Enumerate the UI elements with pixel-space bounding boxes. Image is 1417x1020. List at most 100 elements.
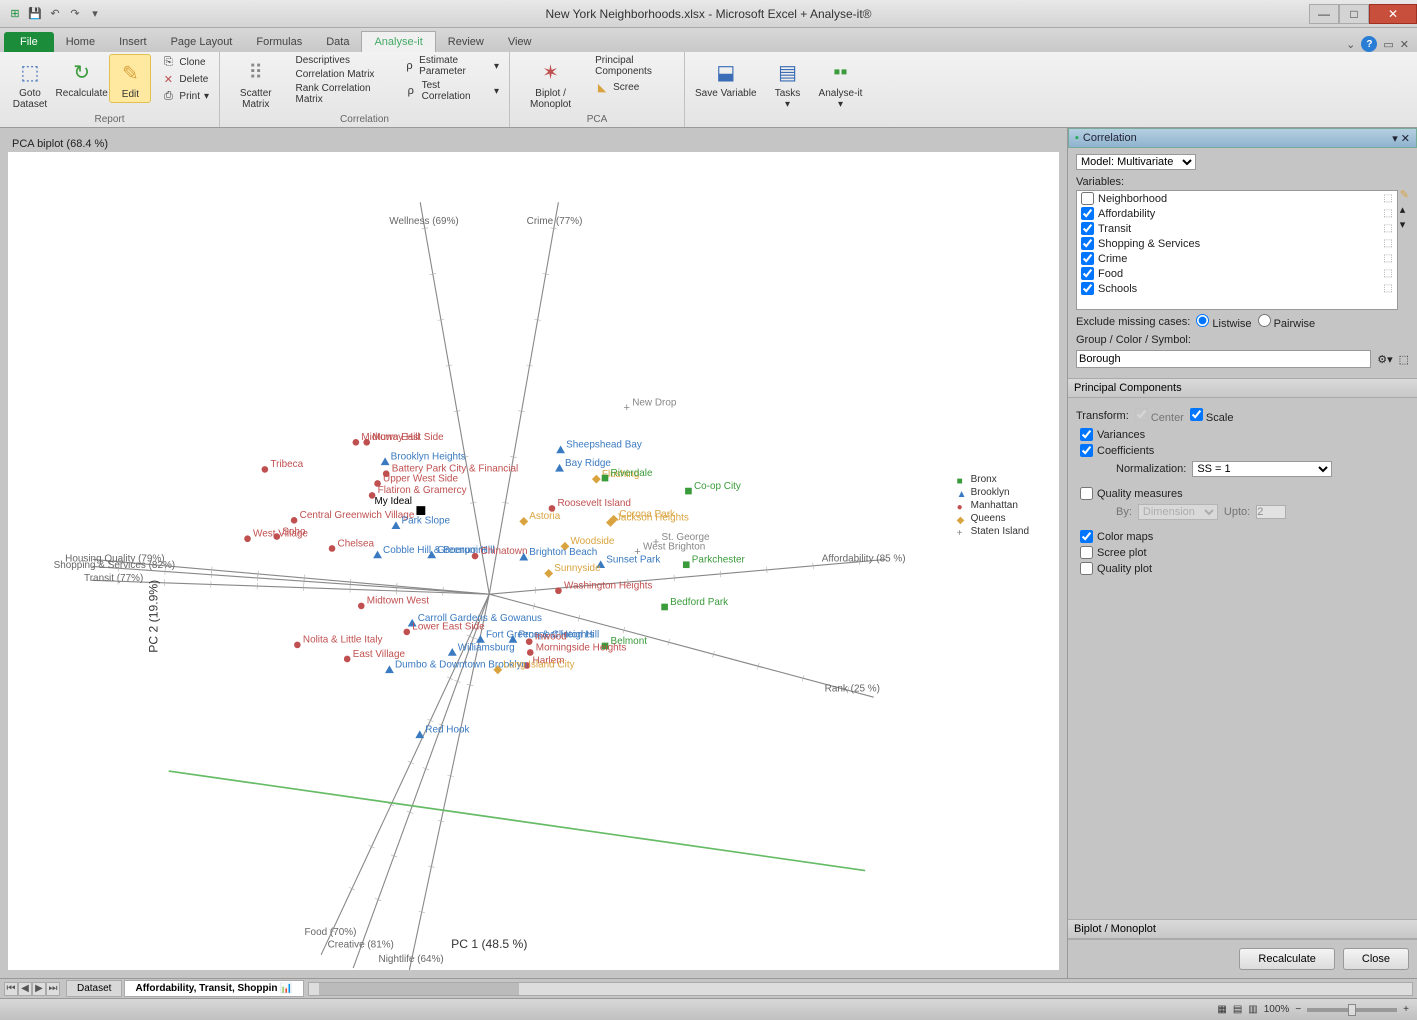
svg-text:Bedford Park: Bedford Park xyxy=(670,597,728,608)
listwise-radio[interactable]: Listwise xyxy=(1196,314,1251,330)
group-label: Group / Color / Symbol: xyxy=(1076,334,1409,346)
tab-home[interactable]: Home xyxy=(54,32,107,52)
variable-row[interactable]: Neighborhood⬚ xyxy=(1077,191,1397,206)
zoom-in-icon[interactable]: + xyxy=(1403,1004,1409,1015)
svg-text:Washington Heights: Washington Heights xyxy=(564,581,653,592)
colormaps-checkbox[interactable] xyxy=(1080,530,1093,543)
analyse-it-button[interactable]: ▪▪Analyse-it▾ xyxy=(815,54,867,112)
sheet-next-icon[interactable]: ▶ xyxy=(32,982,46,996)
tab-page-layout[interactable]: Page Layout xyxy=(159,32,245,52)
norm-select[interactable]: SS = 1 xyxy=(1192,461,1332,477)
sheet-dataset[interactable]: Dataset xyxy=(66,980,122,997)
sheet-first-icon[interactable]: ⏮ xyxy=(4,982,18,996)
zoom-out-icon[interactable]: − xyxy=(1295,1004,1301,1015)
svg-text:My Ideal: My Ideal xyxy=(374,496,412,507)
window-restore-icon[interactable]: ▭ xyxy=(1383,38,1393,51)
exclude-label: Exclude missing cases: xyxy=(1076,316,1190,328)
panel-close-icon[interactable]: ✕ xyxy=(1401,132,1410,145)
svg-text:Morningside Heights: Morningside Heights xyxy=(536,642,627,653)
model-select[interactable]: Model: Multivariate xyxy=(1076,154,1196,170)
screeplot-checkbox[interactable] xyxy=(1080,546,1093,559)
redo-icon[interactable]: ↷ xyxy=(66,5,84,23)
center-checkbox[interactable]: Center xyxy=(1135,408,1184,424)
svg-text:New Drop: New Drop xyxy=(632,397,677,408)
tab-review[interactable]: Review xyxy=(436,32,496,52)
view-break-icon[interactable]: ▥ xyxy=(1248,1004,1257,1015)
variables-list[interactable]: Neighborhood⬚ Affordability⬚ Transit⬚ Sh… xyxy=(1076,190,1398,310)
biplot-section-header[interactable]: Biplot / Monoplot xyxy=(1068,919,1417,939)
zoom-level[interactable]: 100% xyxy=(1264,1004,1290,1015)
undo-icon[interactable]: ↶ xyxy=(46,5,64,23)
print-button[interactable]: ⎙Print ▾ xyxy=(157,88,213,104)
group-picker-icon[interactable]: ⚙▾ xyxy=(1377,353,1392,366)
close-button[interactable]: ✕ xyxy=(1369,4,1417,24)
scatter-matrix-button[interactable]: ⠿Scatter Matrix xyxy=(226,54,286,112)
svg-text:Shopping & Services (82%): Shopping & Services (82%) xyxy=(54,560,176,571)
save-icon[interactable]: 💾 xyxy=(26,5,44,23)
variable-row[interactable]: Shopping & Services⬚ xyxy=(1077,236,1397,251)
clone-button[interactable]: ⎘Clone xyxy=(157,54,213,70)
svg-text:Affordability (85 %): Affordability (85 %) xyxy=(822,553,906,564)
minimize-button[interactable]: — xyxy=(1309,4,1339,24)
view-page-icon[interactable]: ▤ xyxy=(1233,1004,1242,1015)
sheet-last-icon[interactable]: ⏭ xyxy=(46,982,60,996)
panel-dropdown-icon[interactable]: ▾ xyxy=(1392,132,1398,145)
save-variable-button[interactable]: ⬓Save Variable xyxy=(691,54,761,101)
quality-checkbox[interactable] xyxy=(1080,487,1093,500)
move-down-icon[interactable]: ▾ xyxy=(1400,218,1409,231)
zoom-slider[interactable] xyxy=(1307,1008,1397,1012)
svg-text:Central Greenwich Village: Central Greenwich Village xyxy=(300,510,415,521)
qualityplot-checkbox[interactable] xyxy=(1080,562,1093,575)
descriptives-button[interactable]: Descriptives xyxy=(292,54,386,67)
svg-text:Lower East Side: Lower East Side xyxy=(412,622,485,633)
tasks-button[interactable]: ▤Tasks▾ xyxy=(767,54,809,112)
group-input[interactable] xyxy=(1076,350,1371,368)
rank-correlation-matrix-button[interactable]: Rank Correlation Matrix xyxy=(292,82,386,106)
tab-data[interactable]: Data xyxy=(314,32,361,52)
variances-checkbox[interactable] xyxy=(1080,428,1093,441)
variable-row[interactable]: Schools⬚ xyxy=(1077,281,1397,296)
variable-row[interactable]: Affordability⬚ xyxy=(1077,206,1397,221)
window-title: New York Neighborhoods.xlsx - Microsoft … xyxy=(546,7,872,21)
variable-row[interactable]: Transit⬚ xyxy=(1077,221,1397,236)
tab-file[interactable]: File xyxy=(4,32,54,52)
plot-canvas[interactable]: Wellness (69%)Crime (77%)Housing Quality… xyxy=(8,152,1059,970)
estimate-parameter-button[interactable]: ρEstimate Parameter ▾ xyxy=(400,54,503,78)
tab-insert[interactable]: Insert xyxy=(107,32,159,52)
move-up-icon[interactable]: ▴ xyxy=(1400,203,1409,216)
recalculate-button[interactable]: ↻Recalculate xyxy=(60,54,103,101)
horizontal-scrollbar[interactable] xyxy=(308,982,1413,996)
goto-dataset-button[interactable]: ⬚Goto Dataset xyxy=(6,54,54,112)
view-normal-icon[interactable]: ▦ xyxy=(1217,1004,1226,1015)
help-icon[interactable]: ? xyxy=(1361,36,1377,52)
pairwise-radio[interactable]: Pairwise xyxy=(1258,314,1316,330)
sheet-prev-icon[interactable]: ◀ xyxy=(18,982,32,996)
tab-formulas[interactable]: Formulas xyxy=(244,32,314,52)
variables-label: Variables: xyxy=(1076,176,1409,188)
variable-row[interactable]: Food⬚ xyxy=(1077,266,1397,281)
scale-checkbox[interactable]: Scale xyxy=(1190,408,1234,424)
edit-variable-icon[interactable]: ✎ xyxy=(1400,188,1409,201)
variable-row[interactable]: Crime⬚ xyxy=(1077,251,1397,266)
test-correlation-button[interactable]: ρTest Correlation ▾ xyxy=(400,79,503,103)
pc-section-header[interactable]: Principal Components xyxy=(1068,378,1417,398)
principal-components-button[interactable]: Principal Components xyxy=(591,54,678,78)
ribbon-minimize-icon[interactable]: ⌄ xyxy=(1346,38,1355,51)
biplot-monoplot-button[interactable]: ✶Biplot / Monoplot xyxy=(516,54,585,112)
group-clear-icon[interactable]: ⬚ xyxy=(1399,353,1409,366)
scree-button[interactable]: ◣Scree xyxy=(591,79,678,95)
edit-button[interactable]: ✎Edit xyxy=(109,54,151,103)
tab-analyse-it[interactable]: Analyse-it xyxy=(361,31,435,52)
maximize-button[interactable]: □ xyxy=(1339,4,1369,24)
svg-text:Food (70%): Food (70%) xyxy=(304,927,356,938)
coefficients-checkbox[interactable] xyxy=(1080,444,1093,457)
recalculate-panel-button[interactable]: Recalculate xyxy=(1239,948,1334,970)
inner-close-icon[interactable]: ✕ xyxy=(1400,38,1409,51)
qat-more-icon[interactable]: ▾ xyxy=(86,5,104,23)
sheet-affordability[interactable]: Affordability, Transit, Shoppin 📊 xyxy=(124,980,303,997)
correlation-matrix-button[interactable]: Correlation Matrix xyxy=(292,68,386,81)
delete-button[interactable]: ✕Delete xyxy=(157,71,213,87)
svg-text:Rank (25 %): Rank (25 %) xyxy=(825,683,880,694)
tab-view[interactable]: View xyxy=(496,32,544,52)
close-panel-button[interactable]: Close xyxy=(1343,948,1409,970)
